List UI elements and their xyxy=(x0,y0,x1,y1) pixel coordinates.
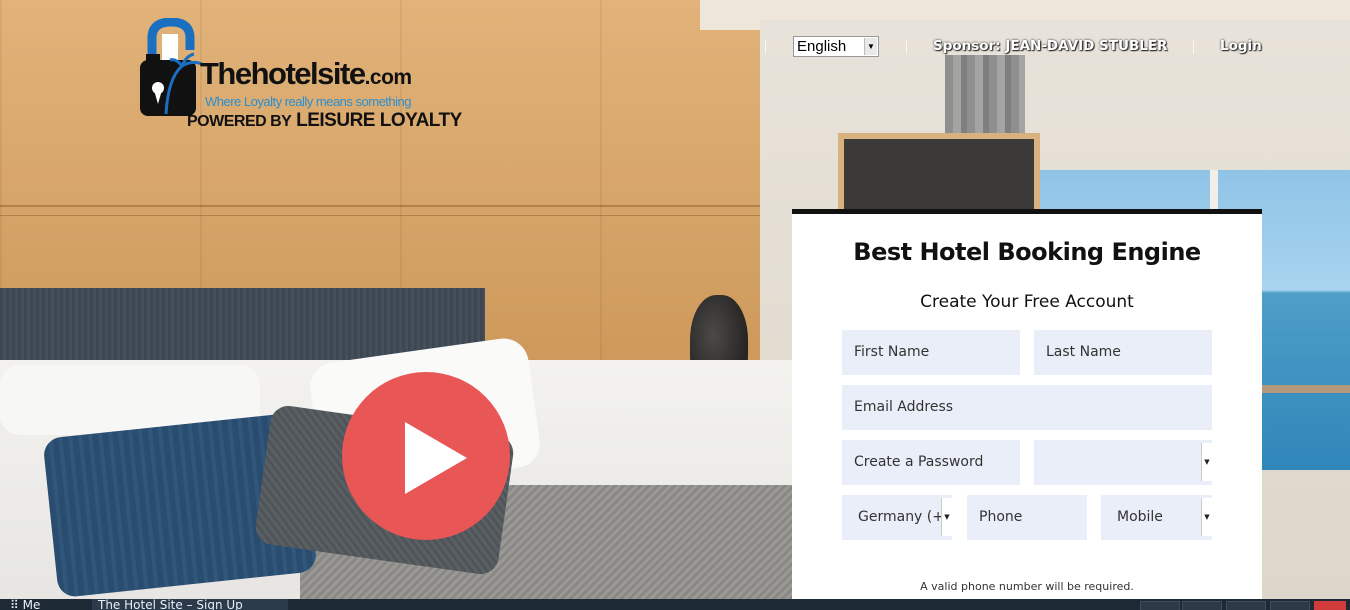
signup-card: Best Hotel Booking Engine Create Your Fr… xyxy=(792,209,1262,610)
login-link[interactable]: Login xyxy=(1220,38,1262,54)
logo-domain: .com xyxy=(364,66,413,89)
site-logo[interactable]: Thehotelsite.com Where Loyalty really me… xyxy=(136,18,462,136)
language-select-value: English xyxy=(797,38,847,55)
logo-tagline: Where Loyalty really means something xyxy=(205,94,412,109)
nav-divider xyxy=(765,40,766,54)
country-code-value: Germany (+ xyxy=(858,509,944,525)
password-field[interactable]: Create a Password xyxy=(842,440,1020,485)
luggage-lock-icon xyxy=(140,18,203,116)
tray-icon[interactable] xyxy=(1226,601,1266,610)
first-name-field[interactable]: First Name xyxy=(842,330,1020,375)
tray-icon[interactable] xyxy=(1270,601,1310,610)
chevron-down-icon: ▼ xyxy=(1201,498,1212,536)
taskbar-browser-tab[interactable]: The Hotel Site – Sign Up xyxy=(92,599,288,610)
password-option-select[interactable]: ▼ xyxy=(1034,440,1212,485)
last-name-field[interactable]: Last Name xyxy=(1034,330,1212,375)
start-button[interactable]: ⠿ Me xyxy=(10,599,40,610)
os-taskbar: ⠿ Me The Hotel Site – Sign Up xyxy=(0,599,1350,610)
taskbar-tab-title: The Hotel Site – Sign Up xyxy=(98,599,243,610)
chevron-down-icon: ▼ xyxy=(941,498,952,536)
tray-icon[interactable] xyxy=(1140,601,1180,610)
play-icon xyxy=(405,422,467,494)
logo-powered-prefix: POWERED BY xyxy=(187,113,292,130)
signup-title: Best Hotel Booking Engine xyxy=(853,238,1201,266)
language-select[interactable]: English ▼ xyxy=(793,36,879,57)
phone-type-select[interactable]: Mobile ▼ xyxy=(1101,495,1212,540)
phone-hint: A valid phone number will be required. xyxy=(920,580,1134,593)
chevron-down-icon: ▼ xyxy=(1201,443,1212,481)
tray-icon[interactable] xyxy=(1182,601,1222,610)
tray-icon[interactable] xyxy=(1314,601,1346,610)
phone-type-value: Mobile xyxy=(1117,509,1163,525)
signup-subtitle: Create Your Free Account xyxy=(920,292,1134,312)
country-code-select[interactable]: Germany (+ ▼ xyxy=(842,495,952,540)
start-label: Me xyxy=(22,599,41,610)
nav-divider xyxy=(1193,40,1194,54)
logo-powered-brand: LEISURE LOYALTY xyxy=(296,110,462,131)
play-video-button[interactable] xyxy=(342,372,510,540)
logo-name: Thehotelsite xyxy=(200,56,366,91)
nav-divider xyxy=(906,40,907,54)
sponsor-link[interactable]: Sponsor: JEAN-DAVID STUBLER xyxy=(933,38,1167,54)
email-field[interactable]: Email Address xyxy=(842,385,1212,430)
phone-field[interactable]: Phone xyxy=(967,495,1087,540)
chevron-down-icon: ▼ xyxy=(864,38,877,55)
